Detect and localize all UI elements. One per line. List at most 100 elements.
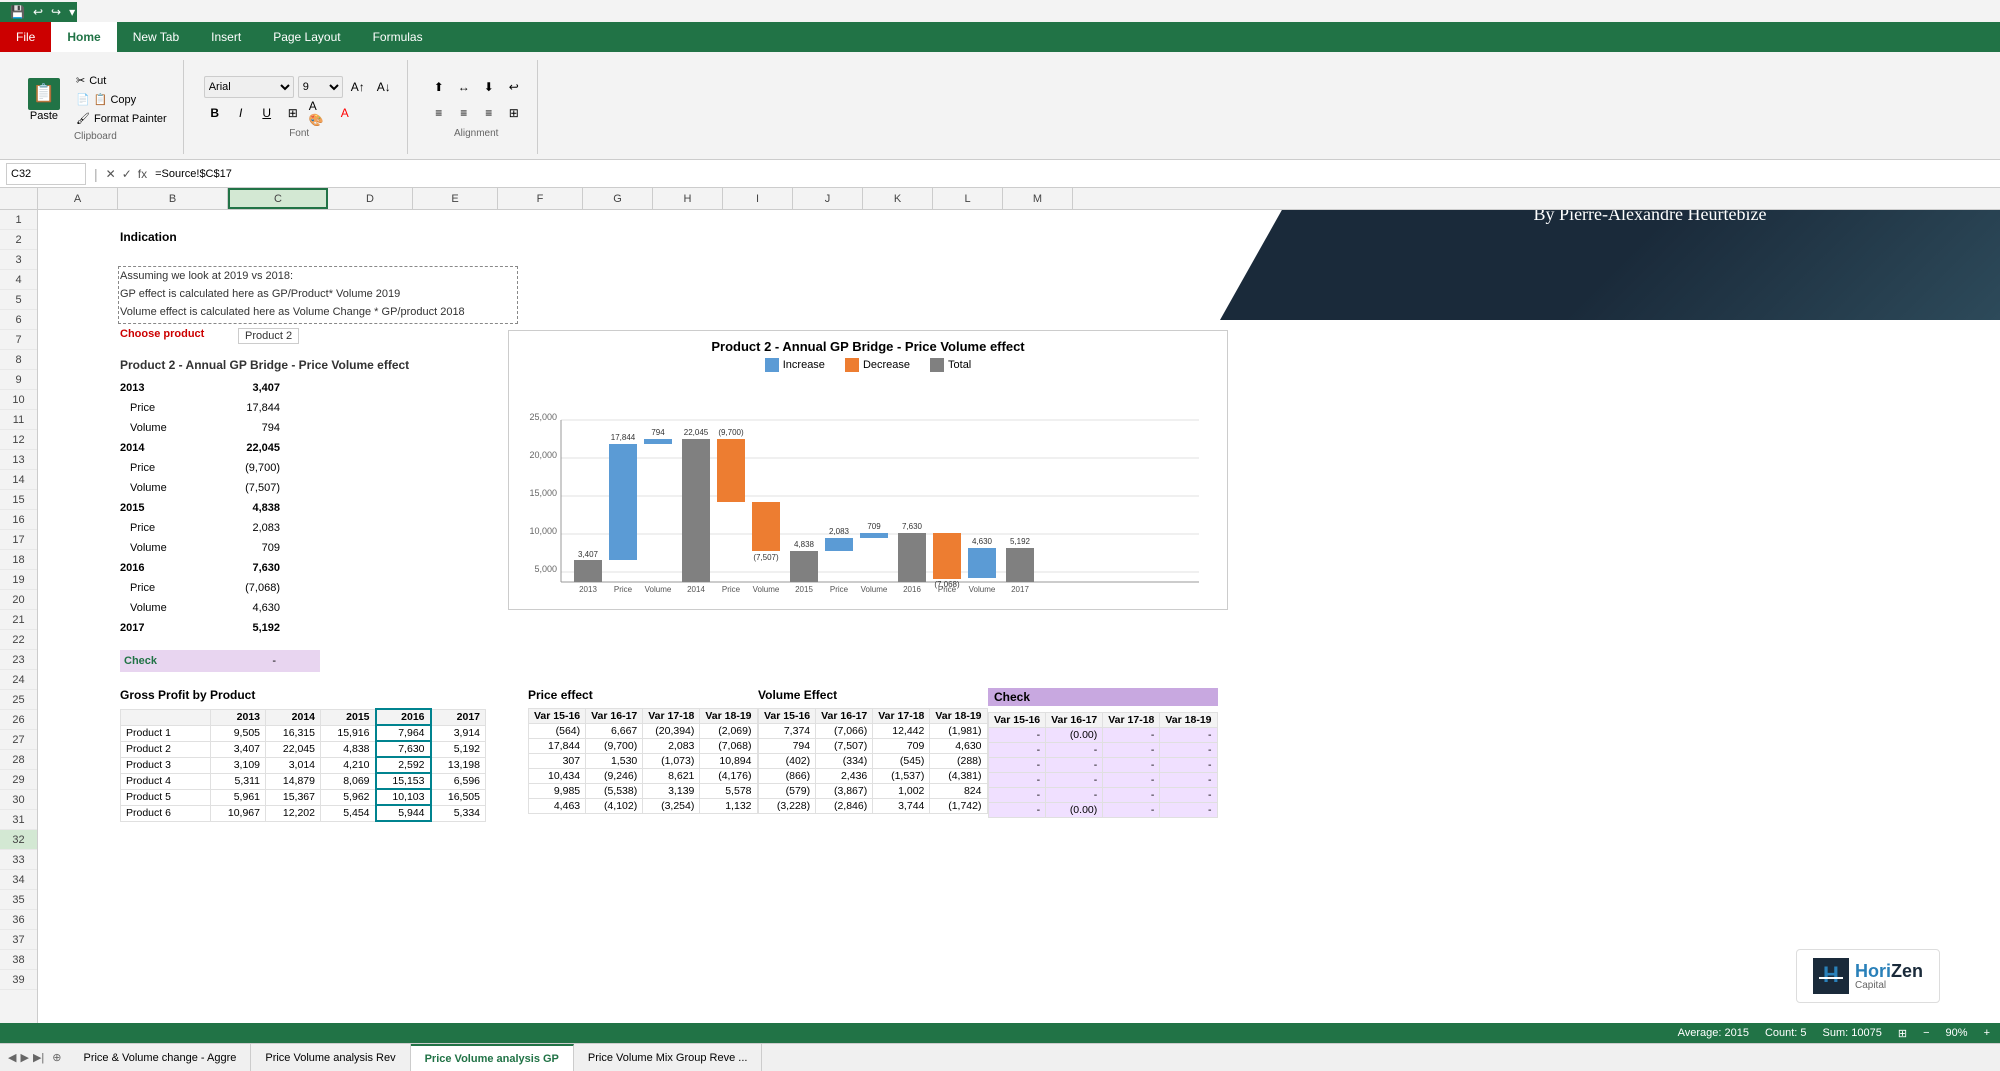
- row-24[interactable]: 24: [0, 670, 37, 690]
- row-5[interactable]: 5: [0, 290, 37, 310]
- row-16[interactable]: 16: [0, 510, 37, 530]
- col-header-f[interactable]: F: [498, 188, 583, 209]
- col-header-k[interactable]: K: [863, 188, 933, 209]
- row-1[interactable]: 1: [0, 210, 37, 230]
- tab-price-volume-aggre[interactable]: Price & Volume change - Aggre: [69, 1044, 251, 1071]
- align-left-button[interactable]: ≡: [428, 102, 450, 124]
- row-33[interactable]: 33: [0, 850, 37, 870]
- row-30[interactable]: 30: [0, 790, 37, 810]
- align-right-button[interactable]: ≡: [478, 102, 500, 124]
- row-14[interactable]: 14: [0, 470, 37, 490]
- font-size-select[interactable]: 9: [298, 76, 343, 98]
- col-header-j[interactable]: J: [793, 188, 863, 209]
- row-35[interactable]: 35: [0, 890, 37, 910]
- zoom-in-icon[interactable]: +: [1984, 1027, 1990, 1039]
- row-27[interactable]: 27: [0, 730, 37, 750]
- align-center-button[interactable]: ≡: [453, 102, 475, 124]
- row-20[interactable]: 20: [0, 590, 37, 610]
- font-increase-icon[interactable]: A↑: [347, 76, 369, 98]
- font-decrease-icon[interactable]: A↓: [373, 76, 395, 98]
- row-10[interactable]: 10: [0, 390, 37, 410]
- wrap-text-button[interactable]: ↩: [503, 76, 525, 98]
- row-26[interactable]: 26: [0, 710, 37, 730]
- save-icon[interactable]: 💾: [8, 3, 27, 21]
- row-8[interactable]: 8: [0, 350, 37, 370]
- align-middle-button[interactable]: ↔: [453, 76, 475, 98]
- col-header-e[interactable]: E: [413, 188, 498, 209]
- row-21[interactable]: 21: [0, 610, 37, 630]
- row-19[interactable]: 19: [0, 570, 37, 590]
- row-17[interactable]: 17: [0, 530, 37, 550]
- col-header-b[interactable]: B: [118, 188, 228, 209]
- name-box[interactable]: [6, 163, 86, 185]
- row-37[interactable]: 37: [0, 930, 37, 950]
- row-25[interactable]: 25: [0, 690, 37, 710]
- row-22[interactable]: 22: [0, 630, 37, 650]
- redo-icon[interactable]: ↪: [49, 3, 63, 21]
- italic-button[interactable]: I: [230, 102, 252, 124]
- insert-function-icon[interactable]: fx: [138, 167, 147, 181]
- cancel-formula-icon[interactable]: ✕: [106, 167, 116, 181]
- row-34[interactable]: 34: [0, 870, 37, 890]
- row-32[interactable]: 32: [0, 830, 37, 850]
- row-7[interactable]: 7: [0, 330, 37, 350]
- row-23[interactable]: 23: [0, 650, 37, 670]
- tab-file[interactable]: File: [0, 22, 51, 52]
- copy-button[interactable]: 📄 📋 Copy: [72, 91, 171, 108]
- borders-button[interactable]: ⊞: [282, 102, 304, 124]
- col-header-d[interactable]: D: [328, 188, 413, 209]
- row-9[interactable]: 9: [0, 370, 37, 390]
- align-top-button[interactable]: ⬆: [428, 76, 450, 98]
- row-18[interactable]: 18: [0, 550, 37, 570]
- merge-button[interactable]: ⊞: [503, 102, 525, 124]
- tab-home[interactable]: Home: [51, 22, 116, 52]
- tab-nav-left[interactable]: ◀: [8, 1051, 16, 1064]
- font-color-button[interactable]: A: [334, 102, 356, 124]
- col-header-h[interactable]: H: [653, 188, 723, 209]
- tab-price-volume-gp[interactable]: Price Volume analysis GP: [411, 1044, 574, 1071]
- tab-price-volume-group[interactable]: Price Volume Mix Group Reve ...: [574, 1044, 763, 1071]
- align-bottom-button[interactable]: ⬇: [478, 76, 500, 98]
- row-39[interactable]: 39: [0, 970, 37, 990]
- row-29[interactable]: 29: [0, 770, 37, 790]
- layout-icon[interactable]: ⊞: [1898, 1027, 1907, 1040]
- fill-color-button[interactable]: A🎨: [308, 102, 330, 124]
- font-family-select[interactable]: Arial: [204, 76, 294, 98]
- row-13[interactable]: 13: [0, 450, 37, 470]
- zoom-out-icon[interactable]: −: [1923, 1027, 1929, 1039]
- col-header-g[interactable]: G: [583, 188, 653, 209]
- underline-button[interactable]: U: [256, 102, 278, 124]
- col-header-c[interactable]: C: [228, 188, 328, 209]
- row-38[interactable]: 38: [0, 950, 37, 970]
- col-header-m[interactable]: M: [1003, 188, 1073, 209]
- row-28[interactable]: 28: [0, 750, 37, 770]
- product-selector-value[interactable]: Product 2: [238, 328, 299, 344]
- row-3[interactable]: 3: [0, 250, 37, 270]
- row-2[interactable]: 2: [0, 230, 37, 250]
- undo-icon[interactable]: ↩: [31, 3, 45, 21]
- confirm-formula-icon[interactable]: ✓: [122, 167, 132, 181]
- tab-nav-right[interactable]: ▶: [20, 1051, 28, 1064]
- cut-button[interactable]: ✂ Cut: [72, 72, 171, 89]
- row-31[interactable]: 31: [0, 810, 37, 830]
- tab-insert[interactable]: Insert: [195, 22, 257, 52]
- tab-pagelayout[interactable]: Page Layout: [257, 22, 356, 52]
- row-4[interactable]: 4: [0, 270, 37, 290]
- paste-button[interactable]: 📋 Paste: [20, 74, 68, 126]
- col-header-a[interactable]: A: [38, 188, 118, 209]
- add-sheet-icon[interactable]: ⊕: [52, 1051, 61, 1064]
- tab-formulas[interactable]: Formulas: [357, 22, 439, 52]
- row-6[interactable]: 6: [0, 310, 37, 330]
- col-header-l[interactable]: L: [933, 188, 1003, 209]
- bold-button[interactable]: B: [204, 102, 226, 124]
- row-12[interactable]: 12: [0, 430, 37, 450]
- tab-newtab[interactable]: New Tab: [117, 22, 195, 52]
- formula-input[interactable]: [151, 163, 1994, 185]
- row-15[interactable]: 15: [0, 490, 37, 510]
- col-header-i[interactable]: I: [723, 188, 793, 209]
- tab-nav-end[interactable]: ▶|: [33, 1051, 44, 1064]
- tab-price-volume-rev[interactable]: Price Volume analysis Rev: [251, 1044, 410, 1071]
- row-11[interactable]: 11: [0, 410, 37, 430]
- more-icon[interactable]: ▾: [67, 3, 77, 21]
- row-36[interactable]: 36: [0, 910, 37, 930]
